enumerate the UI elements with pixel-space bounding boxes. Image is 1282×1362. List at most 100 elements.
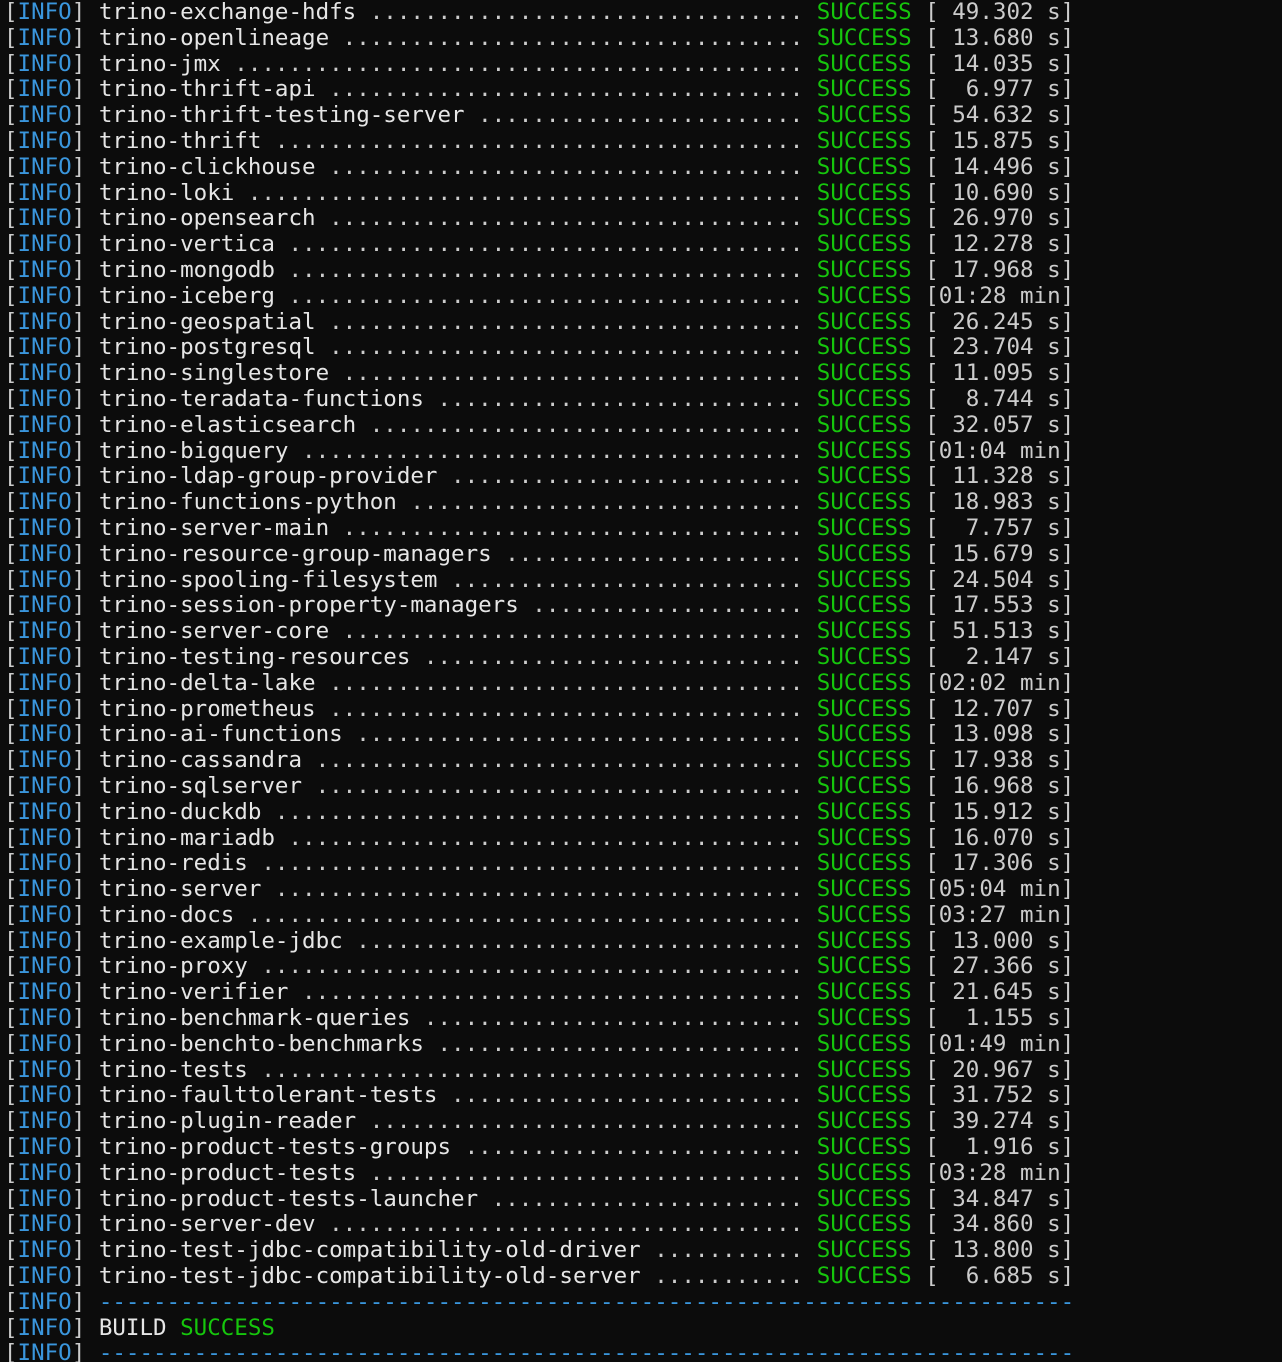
log-level: INFO: [17, 1211, 72, 1238]
module-name: trino-verifier: [98, 979, 289, 1006]
duration: 49.302 s: [938, 0, 1061, 25]
status-badge: SUCCESS: [816, 334, 912, 361]
list-item: [INFO] trino-docs ......................…: [4, 901, 1075, 928]
duration: 14.496 s: [938, 153, 1061, 180]
list-item: [INFO] trino-prometheus ................…: [4, 695, 1075, 722]
duration: 8.744 s: [938, 385, 1061, 412]
status-badge: SUCCESS: [816, 76, 912, 103]
duration: 14.035 s: [938, 50, 1061, 77]
module-name: trino-exchange-hdfs: [98, 0, 357, 25]
module-name: trino-product-tests-launcher: [98, 1185, 479, 1212]
log-level: INFO: [17, 179, 72, 206]
status-badge: SUCCESS: [816, 953, 912, 980]
list-item: [INFO] trino-bigquery ..................…: [4, 437, 1075, 464]
log-level: INFO: [17, 1237, 72, 1264]
log-level: INFO: [17, 385, 72, 412]
status-badge: SUCCESS: [816, 256, 912, 283]
list-item: [INFO] trino-ai-functions ..............…: [4, 721, 1075, 748]
dot-leader: ................................: [356, 0, 817, 25]
dot-leader: ..................................: [329, 360, 817, 387]
duration: 18.983 s: [938, 489, 1061, 516]
module-name: trino-cassandra: [98, 747, 303, 774]
dot-leader: .....................................: [288, 437, 817, 464]
dot-leader: ......................................: [274, 282, 817, 309]
module-name: trino-delta-lake: [98, 669, 316, 696]
dot-leader: .......................: [478, 1185, 817, 1212]
module-name: trino-openlineage: [98, 24, 330, 51]
list-item: [INFO] trino-geospatial ................…: [4, 308, 1075, 335]
dot-leader: ......................................: [274, 256, 817, 283]
duration: 34.847 s: [938, 1185, 1061, 1212]
duration: 03:28 min: [938, 1159, 1061, 1186]
module-name: trino-testing-resources: [98, 643, 411, 670]
list-item: [INFO] trino-resource-group-managers ...…: [4, 540, 1075, 567]
list-item: [INFO] trino-sqlserver .................…: [4, 772, 1075, 799]
list-item: [INFO] trino-ldap-group-provider .......…: [4, 463, 1075, 490]
list-item: [INFO] trino-thrift-testing-server .....…: [4, 102, 1075, 129]
dot-leader: ...................................: [315, 308, 817, 335]
log-level: INFO: [17, 747, 72, 774]
status-badge: SUCCESS: [816, 1237, 912, 1264]
build-label: BUILD: [98, 1314, 167, 1341]
log-level: INFO: [17, 1134, 72, 1161]
list-item: [INFO] trino-postgresql ................…: [4, 334, 1075, 361]
log-level: INFO: [17, 1005, 72, 1032]
dot-leader: ......................: [491, 540, 817, 567]
module-name: trino-thrift-testing-server: [98, 102, 465, 129]
list-item: [INFO] trino-clickhouse ................…: [4, 153, 1075, 180]
dot-leader: ...........: [640, 1263, 817, 1290]
module-name: trino-geospatial: [98, 308, 316, 335]
module-name: trino-test-jdbc-compatibility-old-server: [98, 1263, 641, 1290]
status-badge: SUCCESS: [816, 411, 912, 438]
list-item: [INFO] trino-faulttolerant-tests .......…: [4, 1082, 1075, 1109]
log-level: INFO: [17, 231, 72, 258]
status-badge: SUCCESS: [816, 824, 912, 851]
log-level: INFO: [17, 360, 72, 387]
list-item: [INFO] trino-elasticsearch .............…: [4, 411, 1075, 438]
list-item: [INFO] trino-singlestore ...............…: [4, 360, 1075, 387]
module-name: trino-singlestore: [98, 360, 330, 387]
dot-leader: ...................................: [315, 205, 817, 232]
separator: ----------------------------------------…: [98, 1288, 1075, 1315]
dot-leader: ........................: [464, 102, 817, 129]
module-name: trino-thrift: [98, 127, 262, 154]
dot-leader: .....................................: [288, 979, 817, 1006]
status-badge: SUCCESS: [816, 463, 912, 490]
module-name: trino-proxy: [98, 953, 248, 980]
log-level: INFO: [17, 1159, 72, 1186]
status-badge: SUCCESS: [816, 901, 912, 928]
module-name: trino-spooling-filesystem: [98, 566, 438, 593]
duration: 15.679 s: [938, 540, 1061, 567]
list-item: [INFO] trino-teradata-functions ........…: [4, 385, 1075, 412]
duration: 12.278 s: [938, 231, 1061, 258]
list-item: [INFO] trino-iceberg ...................…: [4, 282, 1075, 309]
module-name: trino-server: [98, 876, 262, 903]
status-badge: SUCCESS: [816, 360, 912, 387]
status-badge: SUCCESS: [816, 592, 912, 619]
log-level: INFO: [17, 205, 72, 232]
list-item: [INFO] trino-plugin-reader .............…: [4, 1108, 1075, 1135]
log-level: INFO: [17, 0, 72, 25]
duration: 16.968 s: [938, 772, 1061, 799]
status-badge: SUCCESS: [816, 669, 912, 696]
dot-leader: ............................: [410, 643, 817, 670]
module-name: trino-vertica: [98, 231, 275, 258]
module-name: trino-resource-group-managers: [98, 540, 492, 567]
list-item: [INFO] trino-server ....................…: [4, 876, 1075, 903]
log-level: INFO: [17, 876, 72, 903]
module-name: trino-clickhouse: [98, 153, 316, 180]
status-badge: SUCCESS: [816, 205, 912, 232]
list-item: [INFO] trino-functions-python ..........…: [4, 489, 1075, 516]
log-level: INFO: [17, 901, 72, 928]
module-name: trino-product-tests: [98, 1159, 357, 1186]
log-level: INFO: [17, 1082, 72, 1109]
dot-leader: ........................................: [247, 953, 817, 980]
duration: 15.875 s: [938, 127, 1061, 154]
list-item: [INFO] trino-exchange-hdfs .............…: [4, 0, 1075, 25]
module-name: trino-bigquery: [98, 437, 289, 464]
status-badge: SUCCESS: [816, 695, 912, 722]
status-badge: SUCCESS: [816, 798, 912, 825]
module-name: trino-tests: [98, 1056, 248, 1083]
dot-leader: ..................................: [329, 618, 817, 645]
duration: 03:27 min: [938, 901, 1061, 928]
